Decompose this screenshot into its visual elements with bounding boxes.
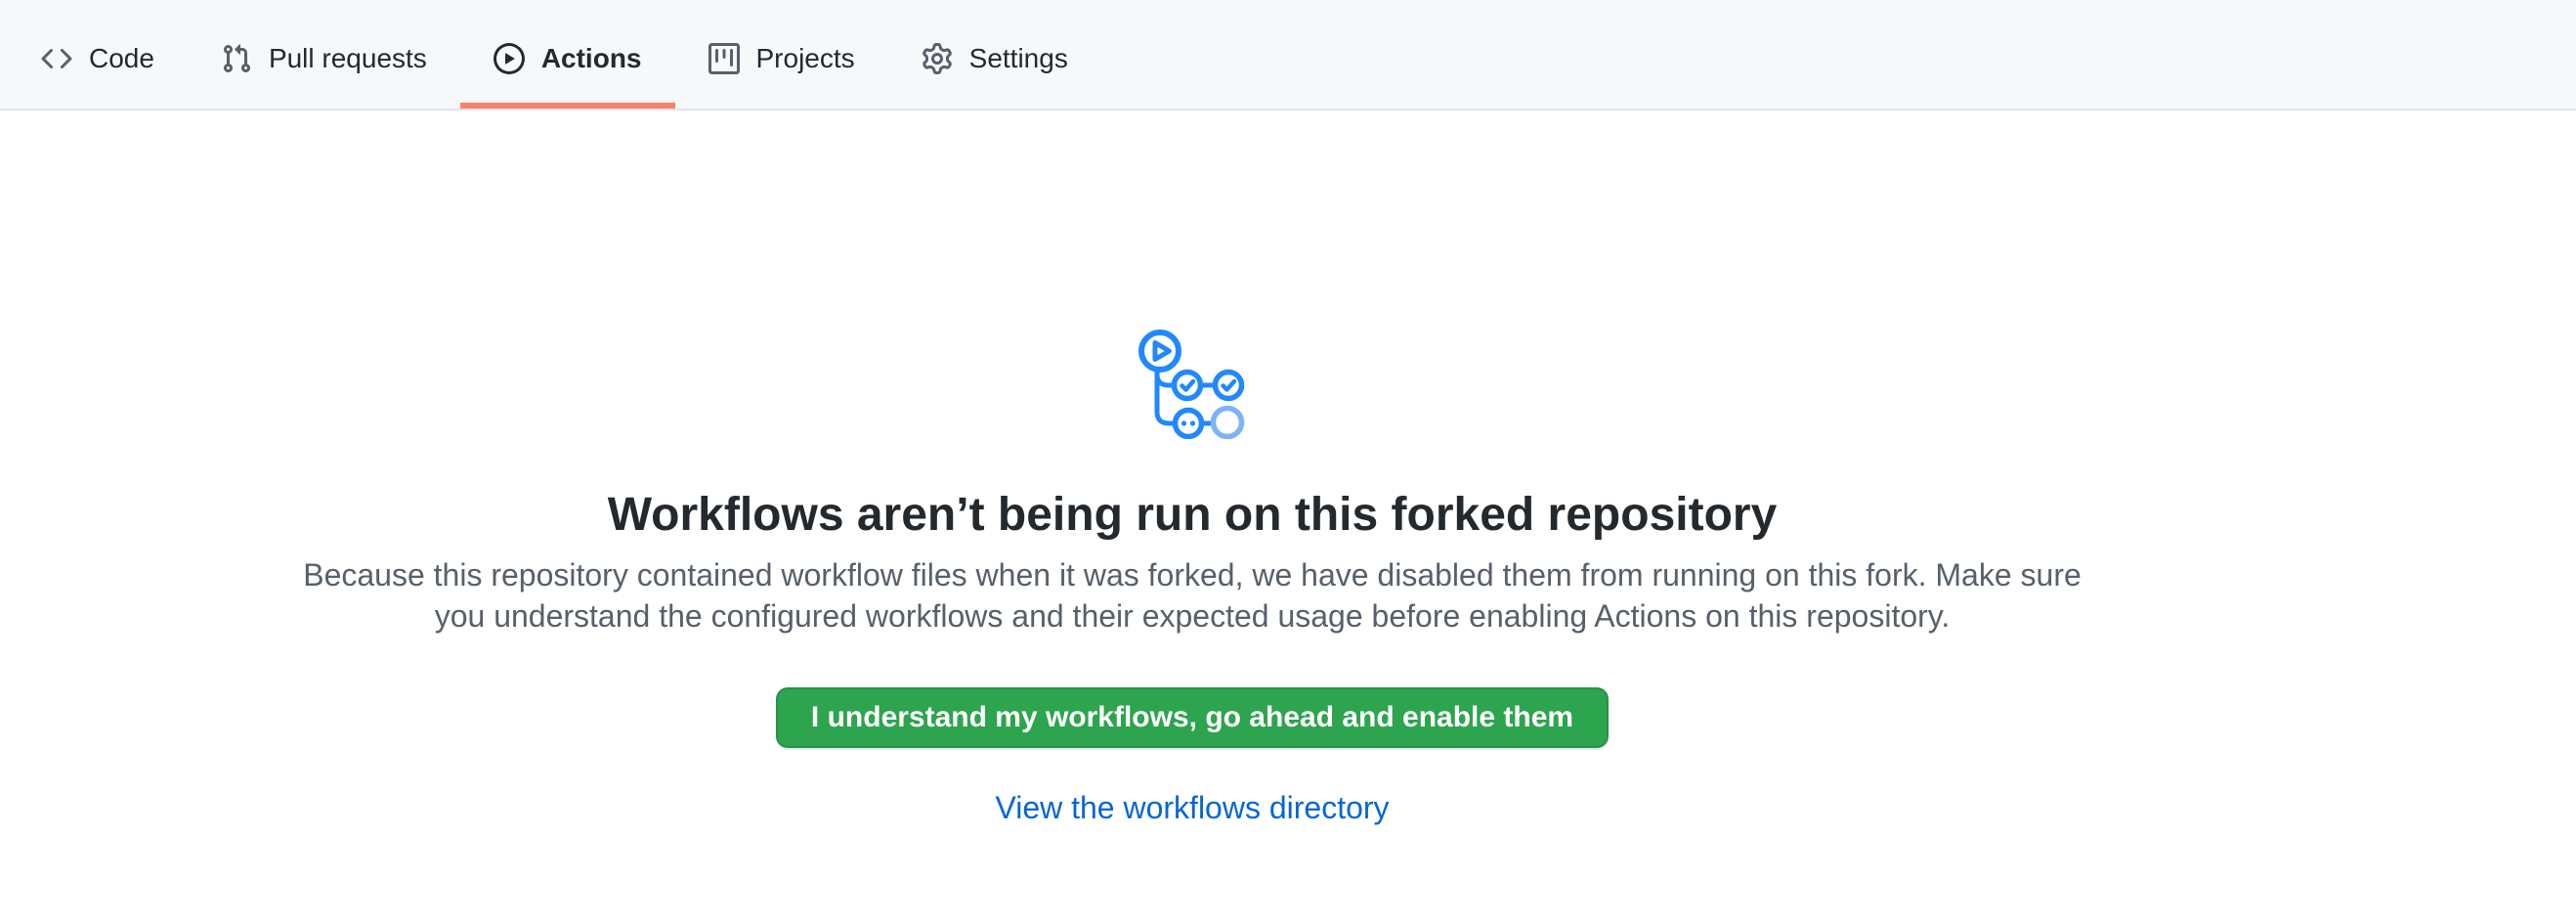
tab-settings[interactable]: Settings bbox=[888, 14, 1101, 109]
enable-workflows-button[interactable]: I understand my workflows, go ahead and … bbox=[776, 687, 1609, 748]
gear-icon bbox=[922, 43, 953, 74]
workflow-graph-icon bbox=[1138, 330, 1246, 439]
view-workflows-directory-link[interactable]: View the workflows directory bbox=[995, 787, 1389, 828]
tab-label: Actions bbox=[541, 45, 642, 72]
blank-slate-title: Workflows aren’t being run on this forke… bbox=[608, 486, 1778, 545]
project-icon bbox=[708, 43, 740, 74]
tab-label: Settings bbox=[969, 45, 1068, 72]
tab-pull-requests[interactable]: Pull requests bbox=[188, 14, 460, 109]
tab-actions[interactable]: Actions bbox=[460, 14, 675, 109]
code-icon bbox=[41, 43, 72, 74]
play-icon bbox=[494, 43, 525, 74]
tab-label: Projects bbox=[756, 45, 855, 72]
tab-label: Pull requests bbox=[269, 45, 427, 72]
tab-code[interactable]: Code bbox=[8, 14, 188, 109]
tab-label: Code bbox=[89, 45, 154, 72]
git-pull-request-icon bbox=[221, 43, 252, 74]
blank-slate-description: Because this repository contained workfl… bbox=[279, 554, 2106, 637]
actions-blank-slate: Workflows aren’t being run on this forke… bbox=[0, 110, 2576, 828]
repo-tab-bar: Code Pull requests Actions Projects Sett… bbox=[0, 0, 2576, 110]
tab-projects[interactable]: Projects bbox=[675, 14, 888, 109]
